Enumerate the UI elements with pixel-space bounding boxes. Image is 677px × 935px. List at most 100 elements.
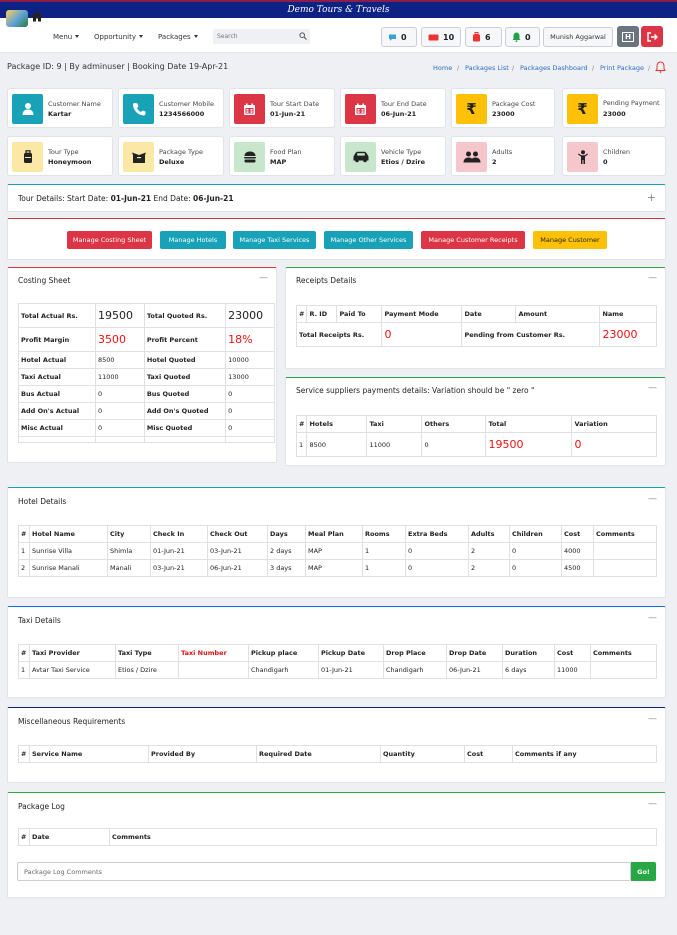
column-header: Taxi Number — [178, 644, 249, 662]
card-label: Tour Type — [48, 148, 79, 156]
manage-hotels-button[interactable]: Manage Hotels — [160, 231, 226, 249]
hotel-table: # Hotel Name City Check In Check Out Days Meal… — [18, 525, 657, 577]
table-cell: Shimla — [107, 542, 151, 560]
taxi-table: # Taxi Provider Taxi Type Taxi Number Pickup… — [18, 644, 657, 679]
manage-other-services-button[interactable]: Manage Other Services — [324, 231, 413, 249]
cost-value: 0 — [95, 402, 145, 420]
manage-taxi-services-button[interactable]: Manage Taxi Services — [233, 231, 316, 249]
column-header: Check Out — [207, 525, 268, 543]
table-row: Bus Actual 0 Bus Quoted 0 — [18, 385, 275, 403]
nav-opportunity[interactable]: Opportunity — [94, 33, 144, 41]
table-cell: 2 days — [267, 542, 306, 560]
nav-packages[interactable]: Packages — [158, 33, 198, 41]
card-value: 01-Jun-21 — [270, 110, 306, 118]
card-tour-end-date: Tour End Date 06-Jun-21 — [340, 88, 446, 128]
user-menu[interactable]: Munish Aggarwal — [543, 27, 613, 47]
column-header: # — [18, 745, 30, 763]
suppliers-table: # Hotels Taxi Others Total Variation 1 8500 110… — [295, 415, 657, 457]
column-header: Total — [485, 415, 573, 433]
breadcrumb-packages-dashboard[interactable]: Packages Dashboard — [520, 64, 588, 72]
tickets-button[interactable]: 10 — [421, 27, 461, 47]
logout-button[interactable] — [641, 26, 663, 47]
table-cell: 1 — [18, 542, 30, 560]
brand-logo[interactable] — [6, 10, 28, 27]
column-header: Taxi — [366, 415, 423, 433]
column-header: Payment Mode — [381, 305, 463, 323]
card-value: Etios / Dzire — [381, 158, 426, 166]
tour-details-bar: Tour Details: Start Date: 01-Jun-21 End … — [7, 184, 666, 212]
card-label: Children — [603, 148, 631, 156]
column-header: Rooms — [362, 525, 406, 543]
column-header: Name — [599, 305, 657, 323]
collapse-icon[interactable]: — — [648, 714, 657, 724]
column-header: City — [107, 525, 151, 543]
breadcrumb-separator: / — [648, 64, 651, 72]
card-label: Food Plan — [270, 148, 302, 156]
collapse-icon[interactable]: — — [648, 273, 657, 283]
package-log-table: # Date Comments — [18, 828, 657, 846]
table-cell: 2 — [18, 559, 30, 577]
collapse-icon[interactable]: — — [259, 273, 268, 283]
collapse-icon[interactable]: — — [648, 799, 657, 809]
table-cell: 8500 — [306, 432, 368, 457]
home-icon[interactable] — [31, 11, 43, 22]
collapse-icon[interactable]: — — [648, 383, 657, 393]
breadcrumb-home[interactable]: Home — [433, 64, 452, 72]
card-value: 23000 — [603, 110, 626, 118]
table-cell: Sunrise Manali — [29, 559, 108, 577]
cost-label: Total Quoted Rs. — [143, 303, 227, 328]
table-cell: 03-Jun-21 — [207, 542, 268, 560]
misc-requirements-panel: Miscellaneous Requirements — # Service Na… — [7, 707, 666, 783]
table-header-row: # Taxi Provider Taxi Type Taxi Number Pickup… — [18, 644, 657, 662]
table-header-row: # Hotel Name City Check In Check Out Days Meal… — [18, 525, 657, 543]
manage-costing-sheet-button[interactable]: Manage Costing Sheet — [67, 231, 152, 249]
nav-menu[interactable]: Menu — [53, 33, 80, 41]
manage-customer-receipts-button[interactable]: Manage Customer Receipts — [421, 231, 525, 249]
column-header: Hotels — [306, 415, 368, 433]
costing-table: Total Actual Rs. 19500 Total Quoted Rs. 230… — [18, 303, 275, 443]
table-cell: 2 — [468, 542, 510, 560]
column-header: Drop Place — [383, 644, 447, 662]
bookings-button[interactable]: 6 — [465, 27, 502, 47]
go-button[interactable]: Go! — [631, 862, 656, 881]
chat-icon — [389, 34, 396, 41]
cost-value: 19500 — [95, 303, 145, 328]
table-cell: 1 — [295, 432, 308, 457]
card-customer-name: Customer Name Kartar — [7, 88, 113, 128]
collapse-icon[interactable]: — — [648, 494, 657, 504]
search-input[interactable] — [213, 29, 310, 44]
messages-button[interactable]: 0 — [381, 27, 417, 47]
bell-icon[interactable] — [655, 61, 666, 73]
column-header: Amount — [515, 305, 601, 323]
package-log-comments-input[interactable]: Package Log Comments — [17, 862, 631, 881]
table-header-row: # Hotels Taxi Others Total Variation — [295, 415, 657, 433]
package-log-panel: Package Log — # Date Comments — [7, 792, 666, 898]
table-cell: Sunrise Villa — [29, 542, 108, 560]
expand-icon[interactable]: + — [647, 191, 656, 204]
column-header: # — [18, 644, 30, 662]
card-label: Tour Start Date — [270, 100, 320, 108]
bell-icon — [512, 32, 521, 42]
car-icon — [345, 142, 376, 172]
cost-label: Add On's Quoted — [143, 402, 227, 420]
h-button[interactable]: H — [617, 26, 639, 47]
search-icon[interactable] — [299, 32, 307, 40]
manage-customer-button[interactable]: Manage Customer — [533, 231, 607, 249]
rupee-icon: ₹ — [567, 94, 598, 124]
nav-packages-label: Packages — [158, 33, 191, 41]
alerts-button[interactable]: 0 — [505, 27, 540, 47]
card-value: Kartar — [48, 110, 72, 118]
child-icon — [567, 142, 598, 172]
column-header: Date — [29, 828, 110, 846]
column-header: # — [295, 415, 308, 433]
table-row: Taxi Actual 11000 Taxi Quoted 13000 — [18, 368, 275, 386]
collapse-icon[interactable]: — — [648, 613, 657, 623]
receipts-title: Receipts Details — [296, 276, 357, 285]
cost-label: Bus Actual — [18, 385, 96, 403]
breadcrumb-print-package[interactable]: Print Package — [600, 64, 644, 72]
breadcrumb-packages-list[interactable]: Packages List — [465, 64, 509, 72]
column-header: Pickup place — [248, 644, 319, 662]
cost-value: 0 — [225, 385, 275, 403]
calendar-icon — [234, 94, 265, 124]
card-pending-payment: ₹ Pending Payment 23000 — [562, 88, 666, 128]
